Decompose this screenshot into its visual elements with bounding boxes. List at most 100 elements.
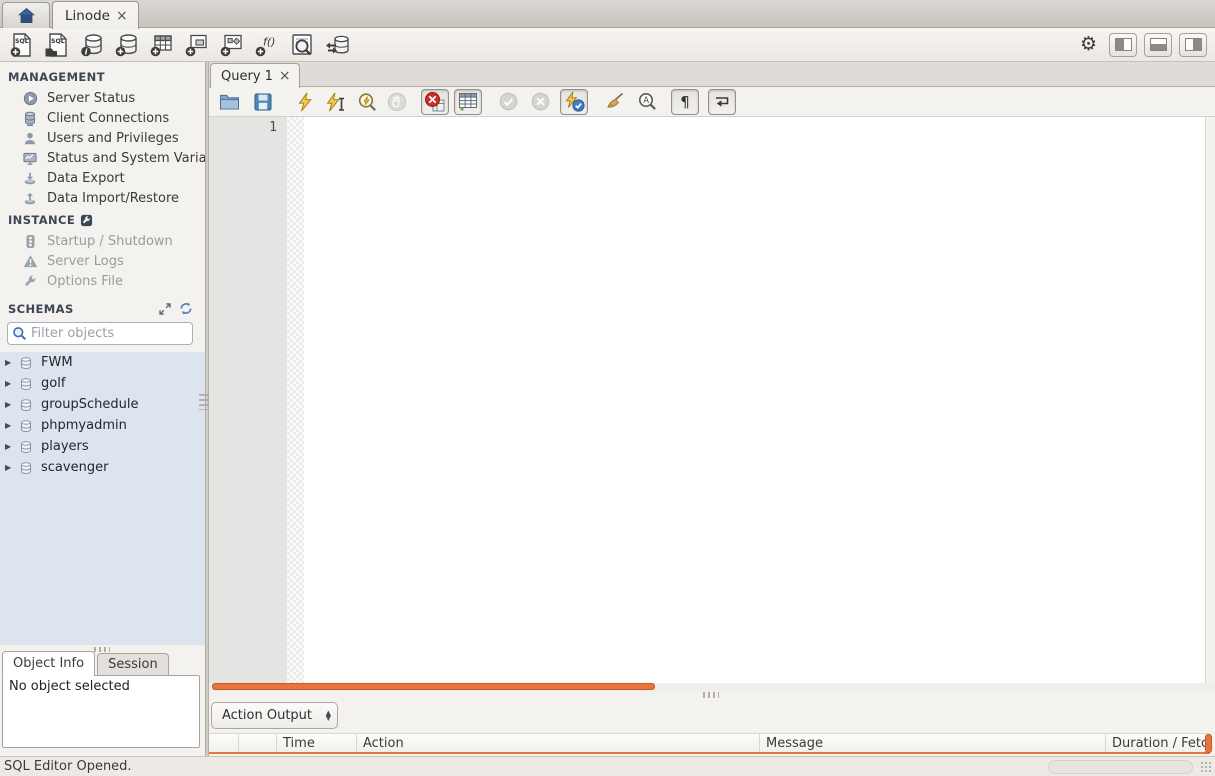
main-toolbar: SQL SQL i f() ⚙ — [0, 28, 1215, 62]
schema-icon — [19, 398, 33, 412]
show-invisibles-icon[interactable]: ¶ — [671, 88, 699, 115]
filter-objects-box — [7, 322, 201, 345]
home-icon — [17, 7, 36, 24]
mysql-workbench-window: Linode × SQL SQL i f() ⚙ MANAGEMENT Serv… — [0, 0, 1215, 776]
sidebar-item-server-logs[interactable]: Server Logs — [0, 251, 205, 271]
svg-text:SQL: SQL — [51, 38, 65, 45]
search-icon — [12, 326, 27, 341]
expand-schemas-icon[interactable] — [159, 302, 171, 315]
sidebar-item-startup-shutdown[interactable]: Startup / Shutdown — [0, 231, 205, 251]
startup-shutdown-icon — [22, 233, 38, 249]
sidebar-item-users-privileges[interactable]: Users and Privileges — [0, 128, 205, 148]
schema-item-groupschedule[interactable]: ▶ groupSchedule — [0, 394, 205, 415]
execute-icon[interactable] — [293, 90, 317, 114]
open-sql-script-icon[interactable]: SQL — [43, 31, 70, 58]
close-tab-icon[interactable]: × — [116, 9, 128, 23]
toggle-stop-on-error-icon[interactable] — [421, 88, 449, 115]
instance-section-header: INSTANCE — [8, 213, 93, 227]
commit-icon — [496, 90, 520, 114]
explain-icon[interactable] — [355, 90, 379, 114]
output-splitter[interactable] — [209, 691, 1215, 700]
rollback-icon — [528, 90, 552, 114]
save-icon[interactable] — [251, 90, 275, 114]
main-area: Query 1 × A ¶ 1 Action Output ▲ ▼ Time A… — [209, 62, 1215, 756]
search-objects-icon[interactable] — [288, 31, 315, 58]
migration-wizard-icon[interactable] — [323, 31, 350, 58]
output-selector-value: Action Output — [222, 708, 313, 723]
tab-session[interactable]: Session — [97, 653, 169, 676]
find-icon[interactable]: A — [635, 90, 659, 114]
filter-objects-input[interactable] — [31, 326, 201, 341]
output-vertical-scrollbar[interactable] — [1205, 734, 1212, 753]
editor-horizontal-scrollbar[interactable] — [209, 683, 1215, 691]
toggle-right-panel-icon[interactable] — [1179, 32, 1207, 57]
output-panel: Action Output ▲ ▼ Time Action Message Dur… — [209, 698, 1215, 756]
schema-inspector-icon[interactable]: i — [78, 31, 105, 58]
window-tab-bar: Linode × — [0, 0, 1215, 29]
scrollbar-thumb[interactable] — [212, 683, 655, 690]
toggle-autocommit-icon[interactable] — [560, 88, 588, 115]
schema-item-fwm[interactable]: ▶ FWM — [0, 352, 205, 373]
toggle-wrap-icon[interactable] — [708, 88, 736, 115]
toggle-left-panel-icon[interactable] — [1109, 32, 1137, 57]
open-file-icon[interactable] — [217, 90, 241, 114]
toggle-bottom-panel-icon[interactable] — [1144, 32, 1172, 57]
connection-tab-linode[interactable]: Linode × — [52, 1, 139, 29]
create-view-icon[interactable] — [183, 31, 210, 58]
chevron-right-icon[interactable]: ▶ — [5, 442, 14, 451]
sidebar-item-data-import[interactable]: Data Import/Restore — [0, 188, 205, 208]
management-section-header: MANAGEMENT — [8, 70, 105, 84]
column-header-message[interactable]: Message — [760, 734, 1106, 752]
new-query-tab-icon[interactable]: SQL — [8, 31, 35, 58]
sidebar-item-server-status[interactable]: Server Status — [0, 88, 205, 108]
data-export-icon — [22, 170, 38, 186]
line-number-gutter: 1 — [209, 117, 287, 683]
editor-vertical-scrollbar[interactable] — [1205, 117, 1215, 683]
close-query-tab-icon[interactable]: × — [279, 69, 291, 83]
preferences-icon[interactable]: ⚙ — [1075, 31, 1102, 58]
tab-query-1[interactable]: Query 1 × — [210, 63, 300, 88]
output-selector[interactable]: Action Output ▲ ▼ — [211, 702, 338, 729]
sql-editor-surface[interactable] — [304, 117, 1205, 683]
chevron-right-icon[interactable]: ▶ — [5, 421, 14, 430]
data-import-icon — [22, 190, 38, 206]
schema-item-phpmyadmin[interactable]: ▶ phpmyadmin — [0, 415, 205, 436]
column-header-time[interactable]: Time — [277, 734, 357, 752]
status-variables-icon — [22, 150, 38, 166]
pilcrow-glyph: ¶ — [680, 92, 690, 111]
home-tab[interactable] — [2, 2, 50, 28]
column-header-duration[interactable]: Duration / Fetch — [1106, 734, 1210, 752]
chevron-right-icon[interactable]: ▶ — [5, 379, 14, 388]
status-progress-pill — [1048, 760, 1193, 774]
schema-item-golf[interactable]: ▶ golf — [0, 373, 205, 394]
chevron-right-icon[interactable]: ▶ — [5, 358, 14, 367]
limit-rows-icon[interactable] — [454, 88, 482, 115]
chevron-right-icon[interactable]: ▶ — [5, 463, 14, 472]
sidebar-item-data-export[interactable]: Data Export — [0, 168, 205, 188]
column-header-blank[interactable] — [239, 734, 277, 752]
main-toolbar-right: ⚙ — [1075, 31, 1207, 58]
connection-tab-label: Linode — [65, 7, 110, 24]
tab-object-info[interactable]: Object Info — [2, 651, 96, 676]
refresh-schemas-icon[interactable] — [179, 302, 193, 315]
beautify-icon[interactable] — [602, 90, 626, 114]
editor-tab-row: Query 1 × — [209, 62, 1215, 88]
fold-margin — [287, 117, 304, 683]
resize-grip[interactable] — [1200, 761, 1213, 774]
chevron-right-icon[interactable]: ▶ — [5, 400, 14, 409]
sidebar-item-status-variables[interactable]: Status and System Variables — [0, 148, 205, 168]
create-procedure-icon[interactable] — [218, 31, 245, 58]
sidebar-item-client-connections[interactable]: Client Connections — [0, 108, 205, 128]
main-toolbar-left: SQL SQL i f() — [8, 31, 350, 58]
create-schema-icon[interactable] — [113, 31, 140, 58]
create-function-icon[interactable]: f() — [253, 31, 280, 58]
line-number: 1 — [269, 120, 277, 135]
schema-item-scavenger[interactable]: ▶ scavenger — [0, 457, 205, 478]
execute-current-icon[interactable] — [324, 90, 348, 114]
schema-item-players[interactable]: ▶ players — [0, 436, 205, 457]
server-logs-icon — [22, 253, 38, 269]
create-table-icon[interactable] — [148, 31, 175, 58]
sidebar-item-options-file[interactable]: Options File — [0, 271, 205, 291]
column-header-action[interactable]: Action — [357, 734, 760, 752]
column-header-blank[interactable] — [209, 734, 239, 752]
